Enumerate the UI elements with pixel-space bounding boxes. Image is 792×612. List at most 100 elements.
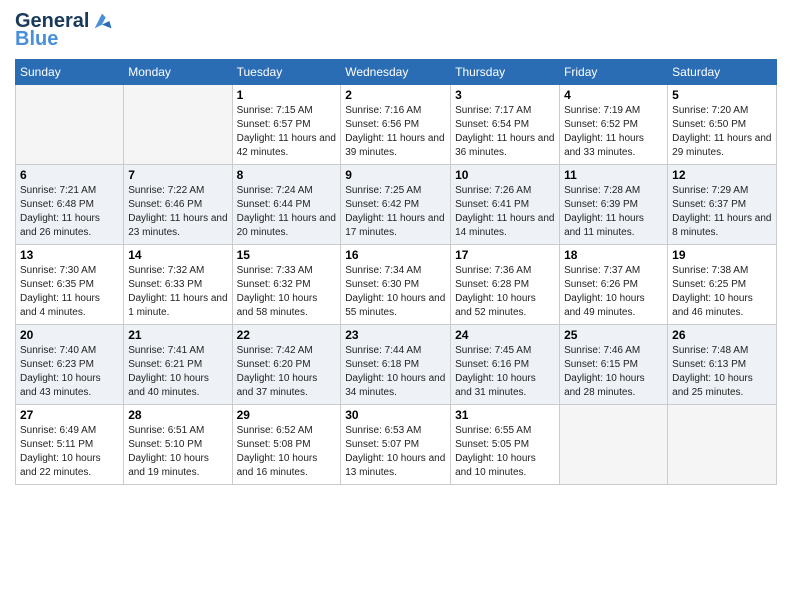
calendar-cell: 1 Sunrise: 7:15 AMSunset: 6:57 PMDaylight… bbox=[232, 85, 341, 165]
calendar-cell: 19 Sunrise: 7:38 AMSunset: 6:25 PMDayligh… bbox=[668, 245, 777, 325]
day-number: 28 bbox=[128, 408, 227, 422]
calendar-cell: 16 Sunrise: 7:34 AMSunset: 6:30 PMDayligh… bbox=[341, 245, 451, 325]
calendar-cell bbox=[124, 85, 232, 165]
day-info: Sunrise: 7:25 AMSunset: 6:42 PMDaylight:… bbox=[345, 184, 446, 240]
calendar-week-5: 27Sunrise: 6:49 AMSunset: 5:11 PMDayligh… bbox=[16, 405, 777, 485]
day-info: Sunrise: 6:49 AMSunset: 5:11 PMDaylight:… bbox=[20, 424, 119, 480]
day-info: Sunrise: 7:48 AMSunset: 6:13 PMDaylight:… bbox=[672, 344, 772, 400]
day-number: 4 bbox=[564, 88, 663, 102]
day-info: Sunrise: 7:45 AMSunset: 6:16 PMDaylight:… bbox=[455, 344, 555, 400]
day-info: Sunrise: 7:36 AMSunset: 6:28 PMDaylight:… bbox=[455, 264, 555, 320]
calendar-cell: 4 Sunrise: 7:19 AMSunset: 6:52 PMDaylight… bbox=[560, 85, 668, 165]
day-number: 16 bbox=[345, 248, 446, 262]
day-number: 15 bbox=[237, 248, 337, 262]
calendar-week-2: 6 Sunrise: 7:21 AMSunset: 6:48 PMDaylight… bbox=[16, 165, 777, 245]
calendar-cell: 5 Sunrise: 7:20 AMSunset: 6:50 PMDaylight… bbox=[668, 85, 777, 165]
day-info: Sunrise: 7:19 AMSunset: 6:52 PMDaylight:… bbox=[564, 104, 663, 160]
day-info: Sunrise: 7:21 AMSunset: 6:48 PMDaylight:… bbox=[20, 184, 119, 240]
calendar-cell: 14 Sunrise: 7:32 AMSunset: 6:33 PMDayligh… bbox=[124, 245, 232, 325]
day-number: 21 bbox=[128, 328, 227, 342]
calendar-cell: 6 Sunrise: 7:21 AMSunset: 6:48 PMDaylight… bbox=[16, 165, 124, 245]
day-of-week-wednesday: Wednesday bbox=[341, 60, 451, 85]
calendar-cell bbox=[668, 405, 777, 485]
day-info: Sunrise: 7:37 AMSunset: 6:26 PMDaylight:… bbox=[564, 264, 663, 320]
day-number: 26 bbox=[672, 328, 772, 342]
day-info: Sunrise: 6:51 AMSunset: 5:10 PMDaylight:… bbox=[128, 424, 227, 480]
calendar-cell: 23 Sunrise: 7:44 AMSunset: 6:18 PMDayligh… bbox=[341, 325, 451, 405]
day-number: 23 bbox=[345, 328, 446, 342]
day-number: 3 bbox=[455, 88, 555, 102]
day-info: Sunrise: 7:29 AMSunset: 6:37 PMDaylight:… bbox=[672, 184, 772, 240]
day-info: Sunrise: 7:38 AMSunset: 6:25 PMDaylight:… bbox=[672, 264, 772, 320]
day-number: 31 bbox=[455, 408, 555, 422]
calendar-cell: 26 Sunrise: 7:48 AMSunset: 6:13 PMDayligh… bbox=[668, 325, 777, 405]
day-number: 5 bbox=[672, 88, 772, 102]
day-info: Sunrise: 6:52 AMSunset: 5:08 PMDaylight:… bbox=[237, 424, 337, 480]
day-number: 2 bbox=[345, 88, 446, 102]
calendar-cell: 31 Sunrise: 6:55 AMSunset: 5:05 PMDayligh… bbox=[451, 405, 560, 485]
day-number: 22 bbox=[237, 328, 337, 342]
day-number: 10 bbox=[455, 168, 555, 182]
day-info: Sunrise: 7:26 AMSunset: 6:41 PMDaylight:… bbox=[455, 184, 555, 240]
calendar-cell: 8 Sunrise: 7:24 AMSunset: 6:44 PMDaylight… bbox=[232, 165, 341, 245]
day-info: Sunrise: 7:44 AMSunset: 6:18 PMDaylight:… bbox=[345, 344, 446, 400]
day-info: Sunrise: 7:41 AMSunset: 6:21 PMDaylight:… bbox=[128, 344, 227, 400]
day-number: 8 bbox=[237, 168, 337, 182]
day-number: 20 bbox=[20, 328, 119, 342]
calendar-cell: 27Sunrise: 6:49 AMSunset: 5:11 PMDayligh… bbox=[16, 405, 124, 485]
calendar-cell: 11Sunrise: 7:28 AMSunset: 6:39 PMDayligh… bbox=[560, 165, 668, 245]
day-info: Sunrise: 7:20 AMSunset: 6:50 PMDaylight:… bbox=[672, 104, 772, 160]
day-number: 14 bbox=[128, 248, 227, 262]
logo-icon bbox=[91, 10, 113, 32]
day-number: 6 bbox=[20, 168, 119, 182]
day-of-week-sunday: Sunday bbox=[16, 60, 124, 85]
calendar-cell: 7Sunrise: 7:22 AMSunset: 6:46 PMDaylight… bbox=[124, 165, 232, 245]
day-info: Sunrise: 7:17 AMSunset: 6:54 PMDaylight:… bbox=[455, 104, 555, 160]
day-number: 18 bbox=[564, 248, 663, 262]
day-number: 1 bbox=[237, 88, 337, 102]
day-of-week-friday: Friday bbox=[560, 60, 668, 85]
calendar-cell bbox=[560, 405, 668, 485]
calendar-cell: 18 Sunrise: 7:37 AMSunset: 6:26 PMDayligh… bbox=[560, 245, 668, 325]
day-info: Sunrise: 7:16 AMSunset: 6:56 PMDaylight:… bbox=[345, 104, 446, 160]
calendar-cell bbox=[16, 85, 124, 165]
calendar-table: SundayMondayTuesdayWednesdayThursdayFrid… bbox=[15, 59, 777, 485]
day-of-week-monday: Monday bbox=[124, 60, 232, 85]
calendar-week-3: 13 Sunrise: 7:30 AMSunset: 6:35 PMDayligh… bbox=[16, 245, 777, 325]
day-info: Sunrise: 7:40 AMSunset: 6:23 PMDaylight:… bbox=[20, 344, 119, 400]
day-info: Sunrise: 7:30 AMSunset: 6:35 PMDaylight:… bbox=[20, 264, 119, 320]
calendar-cell: 28 Sunrise: 6:51 AMSunset: 5:10 PMDayligh… bbox=[124, 405, 232, 485]
logo: General Blue bbox=[15, 10, 113, 51]
calendar-cell: 17 Sunrise: 7:36 AMSunset: 6:28 PMDayligh… bbox=[451, 245, 560, 325]
day-info: Sunrise: 7:24 AMSunset: 6:44 PMDaylight:… bbox=[237, 184, 337, 240]
day-info: Sunrise: 7:42 AMSunset: 6:20 PMDaylight:… bbox=[237, 344, 337, 400]
page: General Blue SundayMondayTuesdayWednesda… bbox=[0, 0, 792, 612]
calendar-cell: 22 Sunrise: 7:42 AMSunset: 6:20 PMDayligh… bbox=[232, 325, 341, 405]
day-info: Sunrise: 7:22 AMSunset: 6:46 PMDaylight:… bbox=[128, 184, 227, 240]
calendar-cell: 13 Sunrise: 7:30 AMSunset: 6:35 PMDayligh… bbox=[16, 245, 124, 325]
day-info: Sunrise: 7:34 AMSunset: 6:30 PMDaylight:… bbox=[345, 264, 446, 320]
day-of-week-saturday: Saturday bbox=[668, 60, 777, 85]
day-number: 11 bbox=[564, 168, 663, 182]
day-info: Sunrise: 7:33 AMSunset: 6:32 PMDaylight:… bbox=[237, 264, 337, 320]
calendar-week-1: 1 Sunrise: 7:15 AMSunset: 6:57 PMDaylight… bbox=[16, 85, 777, 165]
day-number: 17 bbox=[455, 248, 555, 262]
calendar-cell: 12 Sunrise: 7:29 AMSunset: 6:37 PMDayligh… bbox=[668, 165, 777, 245]
header: General Blue bbox=[15, 10, 777, 51]
calendar-week-4: 20 Sunrise: 7:40 AMSunset: 6:23 PMDayligh… bbox=[16, 325, 777, 405]
day-number: 19 bbox=[672, 248, 772, 262]
day-info: Sunrise: 6:55 AMSunset: 5:05 PMDaylight:… bbox=[455, 424, 555, 480]
day-number: 24 bbox=[455, 328, 555, 342]
day-number: 12 bbox=[672, 168, 772, 182]
day-info: Sunrise: 7:15 AMSunset: 6:57 PMDaylight:… bbox=[237, 104, 337, 160]
calendar-cell: 29Sunrise: 6:52 AMSunset: 5:08 PMDayligh… bbox=[232, 405, 341, 485]
calendar-cell: 15 Sunrise: 7:33 AMSunset: 6:32 PMDayligh… bbox=[232, 245, 341, 325]
day-number: 13 bbox=[20, 248, 119, 262]
day-info: Sunrise: 7:32 AMSunset: 6:33 PMDaylight:… bbox=[128, 264, 227, 320]
calendar-cell: 25Sunrise: 7:46 AMSunset: 6:15 PMDayligh… bbox=[560, 325, 668, 405]
calendar-header-row: SundayMondayTuesdayWednesdayThursdayFrid… bbox=[16, 60, 777, 85]
day-number: 25 bbox=[564, 328, 663, 342]
calendar-cell: 3 Sunrise: 7:17 AMSunset: 6:54 PMDaylight… bbox=[451, 85, 560, 165]
calendar-cell: 30Sunrise: 6:53 AMSunset: 5:07 PMDayligh… bbox=[341, 405, 451, 485]
calendar-cell: 9Sunrise: 7:25 AMSunset: 6:42 PMDaylight… bbox=[341, 165, 451, 245]
